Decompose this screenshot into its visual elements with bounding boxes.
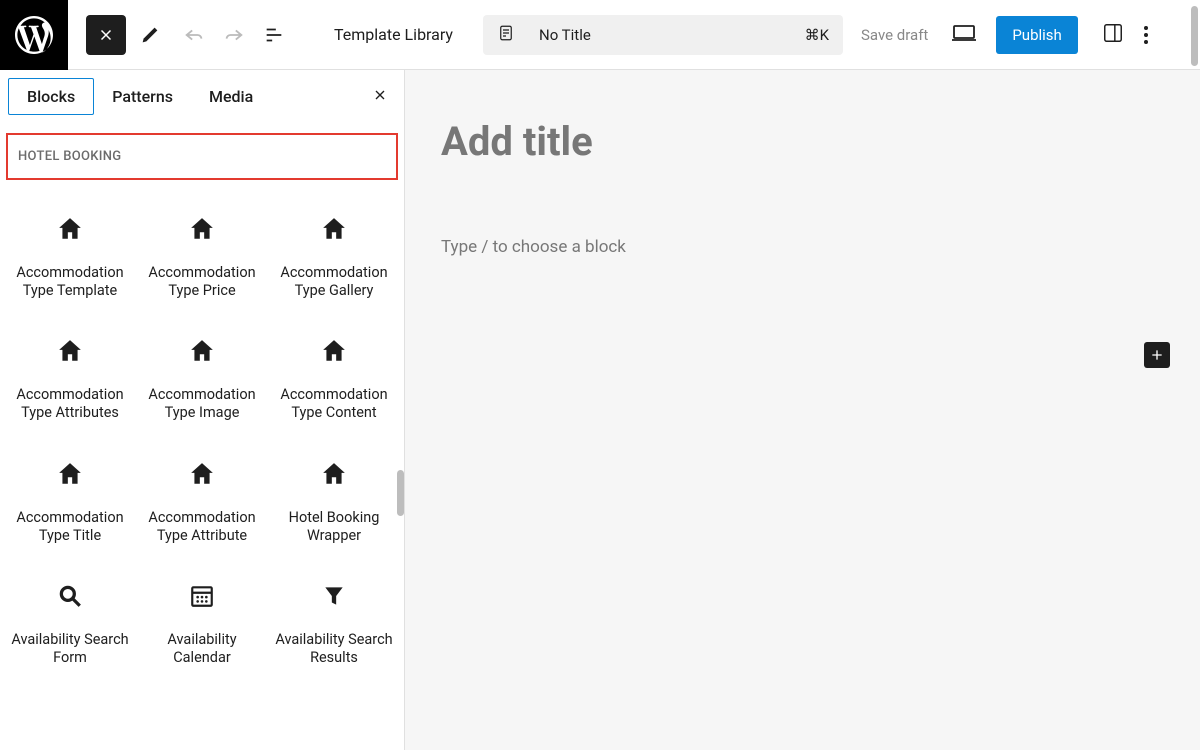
home-icon [57, 461, 83, 487]
top-toolbar: Template Library No Title ⌘K Save draft … [0, 0, 1200, 70]
home-icon [57, 338, 83, 364]
block-item-label: Accommodation Type Price [142, 264, 262, 300]
publish-button[interactable]: Publish [996, 16, 1077, 54]
view-responsive-icon[interactable] [952, 24, 976, 46]
close-icon[interactable] [372, 87, 388, 107]
home-icon [321, 461, 347, 487]
block-item[interactable]: Accommodation Type Attribute [136, 451, 268, 573]
block-inserter-panel: Blocks Patterns Media HOTEL BOOKING Acco… [0, 70, 405, 750]
block-item[interactable]: Availability Search Results [268, 573, 400, 695]
redo-icon[interactable] [218, 19, 250, 51]
home-icon [321, 216, 347, 242]
inserter-tabs: Blocks Patterns Media [0, 70, 404, 125]
block-item-label: Accommodation Type Attributes [10, 386, 130, 422]
home-icon [57, 216, 83, 242]
save-draft-button[interactable]: Save draft [861, 26, 928, 44]
tab-patterns[interactable]: Patterns [94, 79, 191, 114]
post-body-placeholder[interactable]: Type / to choose a block [441, 237, 1164, 257]
block-item-label: Accommodation Type Content [274, 386, 394, 422]
block-item[interactable]: Accommodation Type Gallery [268, 206, 400, 328]
block-item-label: Accommodation Type Image [142, 386, 262, 422]
home-icon [321, 338, 347, 364]
home-icon [189, 216, 215, 242]
block-item[interactable]: Hotel Booking Wrapper [268, 451, 400, 573]
editor-canvas[interactable]: Add title Type / to choose a block [405, 70, 1200, 750]
tab-media[interactable]: Media [191, 79, 271, 114]
document-overview-icon[interactable] [258, 19, 290, 51]
template-library-label: Template Library [334, 25, 453, 44]
filter-icon [321, 583, 347, 609]
block-grid: Accommodation Type Template Accommodation… [0, 206, 404, 695]
wordpress-logo[interactable] [0, 0, 68, 70]
block-item[interactable]: Accommodation Type Price [136, 206, 268, 328]
editor-body: Blocks Patterns Media HOTEL BOOKING Acco… [0, 70, 1200, 750]
search-icon [57, 583, 83, 609]
block-item-label: Hotel Booking Wrapper [274, 509, 394, 545]
block-category-header: HOTEL BOOKING [6, 133, 398, 180]
command-shortcut: ⌘K [805, 26, 829, 44]
block-item[interactable]: Accommodation Type Image [136, 328, 268, 450]
close-inserter-button[interactable] [86, 15, 126, 55]
undo-icon[interactable] [178, 19, 210, 51]
document-title-bar[interactable]: No Title ⌘K [483, 15, 843, 55]
block-item-label: Availability Search Results [274, 631, 394, 667]
document-title: No Title [539, 26, 805, 44]
more-options-icon[interactable] [1144, 26, 1148, 44]
tab-blocks[interactable]: Blocks [8, 78, 94, 115]
block-item[interactable]: Accommodation Type Attributes [4, 328, 136, 450]
block-item-label: Availability Search Form [10, 631, 130, 667]
block-item[interactable]: Accommodation Type Title [4, 451, 136, 573]
page-icon [497, 24, 515, 46]
add-block-button[interactable] [1144, 342, 1170, 368]
edit-tool-icon[interactable] [134, 19, 166, 51]
block-item-label: Accommodation Type Title [10, 509, 130, 545]
block-item-label: Accommodation Type Template [10, 264, 130, 300]
home-icon [189, 461, 215, 487]
page-scrollbar-thumb[interactable] [1191, 6, 1198, 66]
home-icon [189, 338, 215, 364]
calendar-icon [189, 583, 215, 609]
post-title-input[interactable]: Add title [441, 118, 1164, 165]
settings-sidebar-toggle-icon[interactable] [1102, 22, 1124, 48]
block-item[interactable]: Availability Calendar [136, 573, 268, 695]
block-item-label: Availability Calendar [142, 631, 262, 667]
block-item-label: Accommodation Type Attribute [142, 509, 262, 545]
block-item[interactable]: Accommodation Type Template [4, 206, 136, 328]
block-item[interactable]: Availability Search Form [4, 573, 136, 695]
block-item[interactable]: Accommodation Type Content [268, 328, 400, 450]
scrollbar-thumb[interactable] [397, 470, 404, 516]
block-item-label: Accommodation Type Gallery [274, 264, 394, 300]
